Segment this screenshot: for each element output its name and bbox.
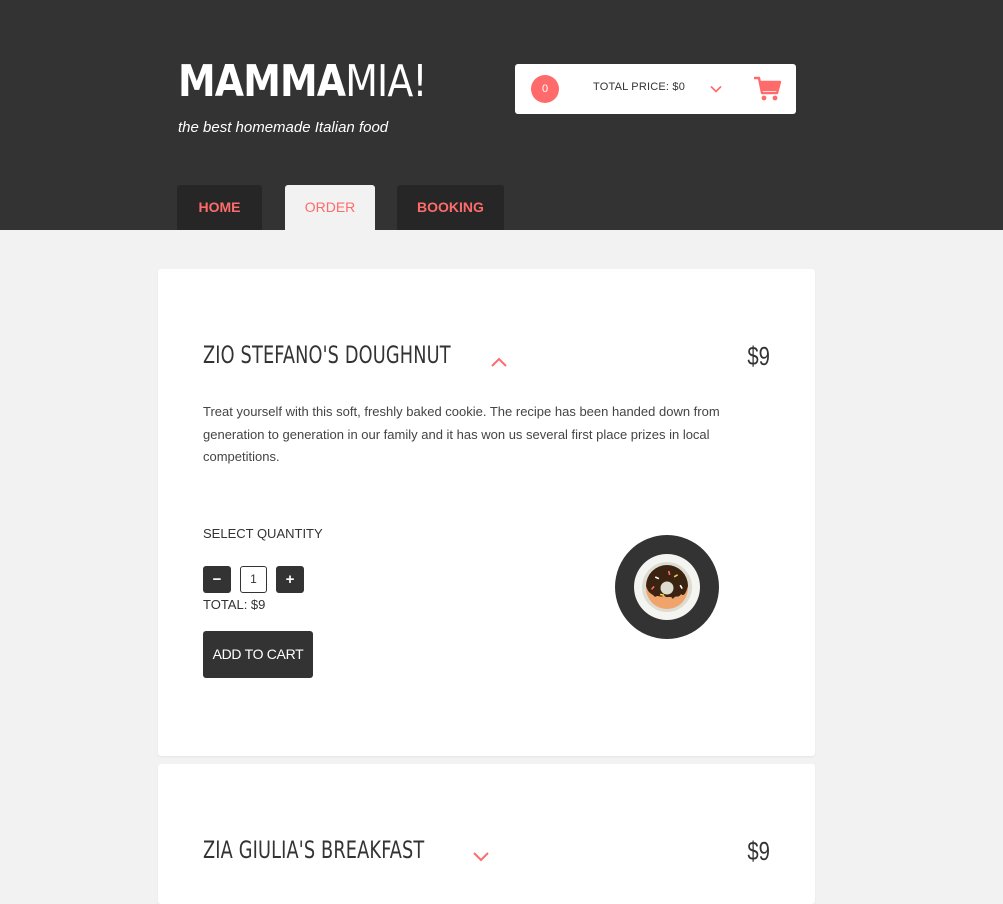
product-card: ZIO STEFANO'S DOUGHNUT $9 Treat yourself… bbox=[158, 269, 815, 756]
item-total: TOTAL: $9 bbox=[203, 597, 266, 612]
product-price: $9 bbox=[747, 836, 770, 866]
cart-widget[interactable]: 0 TOTAL PRICE: $0 bbox=[515, 64, 796, 114]
increase-quantity-button[interactable]: + bbox=[276, 566, 304, 593]
logo-bold-text: MAMMA bbox=[178, 56, 346, 107]
cart-count-badge: 0 bbox=[531, 75, 559, 103]
product-title[interactable]: ZIO STEFANO'S DOUGHNUT bbox=[203, 341, 451, 369]
product-card: ZIA GIULIA'S BREAKFAST $9 bbox=[158, 764, 815, 904]
logo[interactable]: MAMMAMIA! bbox=[178, 56, 428, 108]
shopping-cart-icon[interactable] bbox=[753, 75, 781, 103]
tab-booking[interactable]: BOOKING bbox=[397, 185, 504, 230]
product-description: Treat yourself with this soft, freshly b… bbox=[203, 404, 720, 464]
chevron-down-icon[interactable] bbox=[709, 82, 723, 96]
site-header: MAMMAMIA! the best homemade Italian food… bbox=[0, 0, 1003, 230]
product-price: $9 bbox=[747, 341, 770, 371]
doughnut-plate-image bbox=[615, 535, 719, 639]
chevron-down-icon[interactable] bbox=[472, 851, 490, 863]
chevron-up-icon[interactable] bbox=[490, 356, 508, 368]
tab-order[interactable]: ORDER bbox=[285, 185, 375, 230]
cart-total-price: TOTAL PRICE: $0 bbox=[593, 81, 686, 93]
tagline: the best homemade Italian food bbox=[178, 119, 389, 136]
quantity-input[interactable] bbox=[240, 566, 267, 593]
product-title[interactable]: ZIA GIULIA'S BREAKFAST bbox=[203, 836, 424, 864]
add-to-cart-button[interactable]: ADD TO CART bbox=[203, 631, 313, 678]
tab-home[interactable]: HOME bbox=[177, 185, 262, 230]
decrease-quantity-button[interactable]: − bbox=[203, 566, 231, 593]
logo-light-text: MIA! bbox=[345, 56, 427, 107]
select-quantity-label: SELECT QUANTITY bbox=[203, 526, 323, 541]
